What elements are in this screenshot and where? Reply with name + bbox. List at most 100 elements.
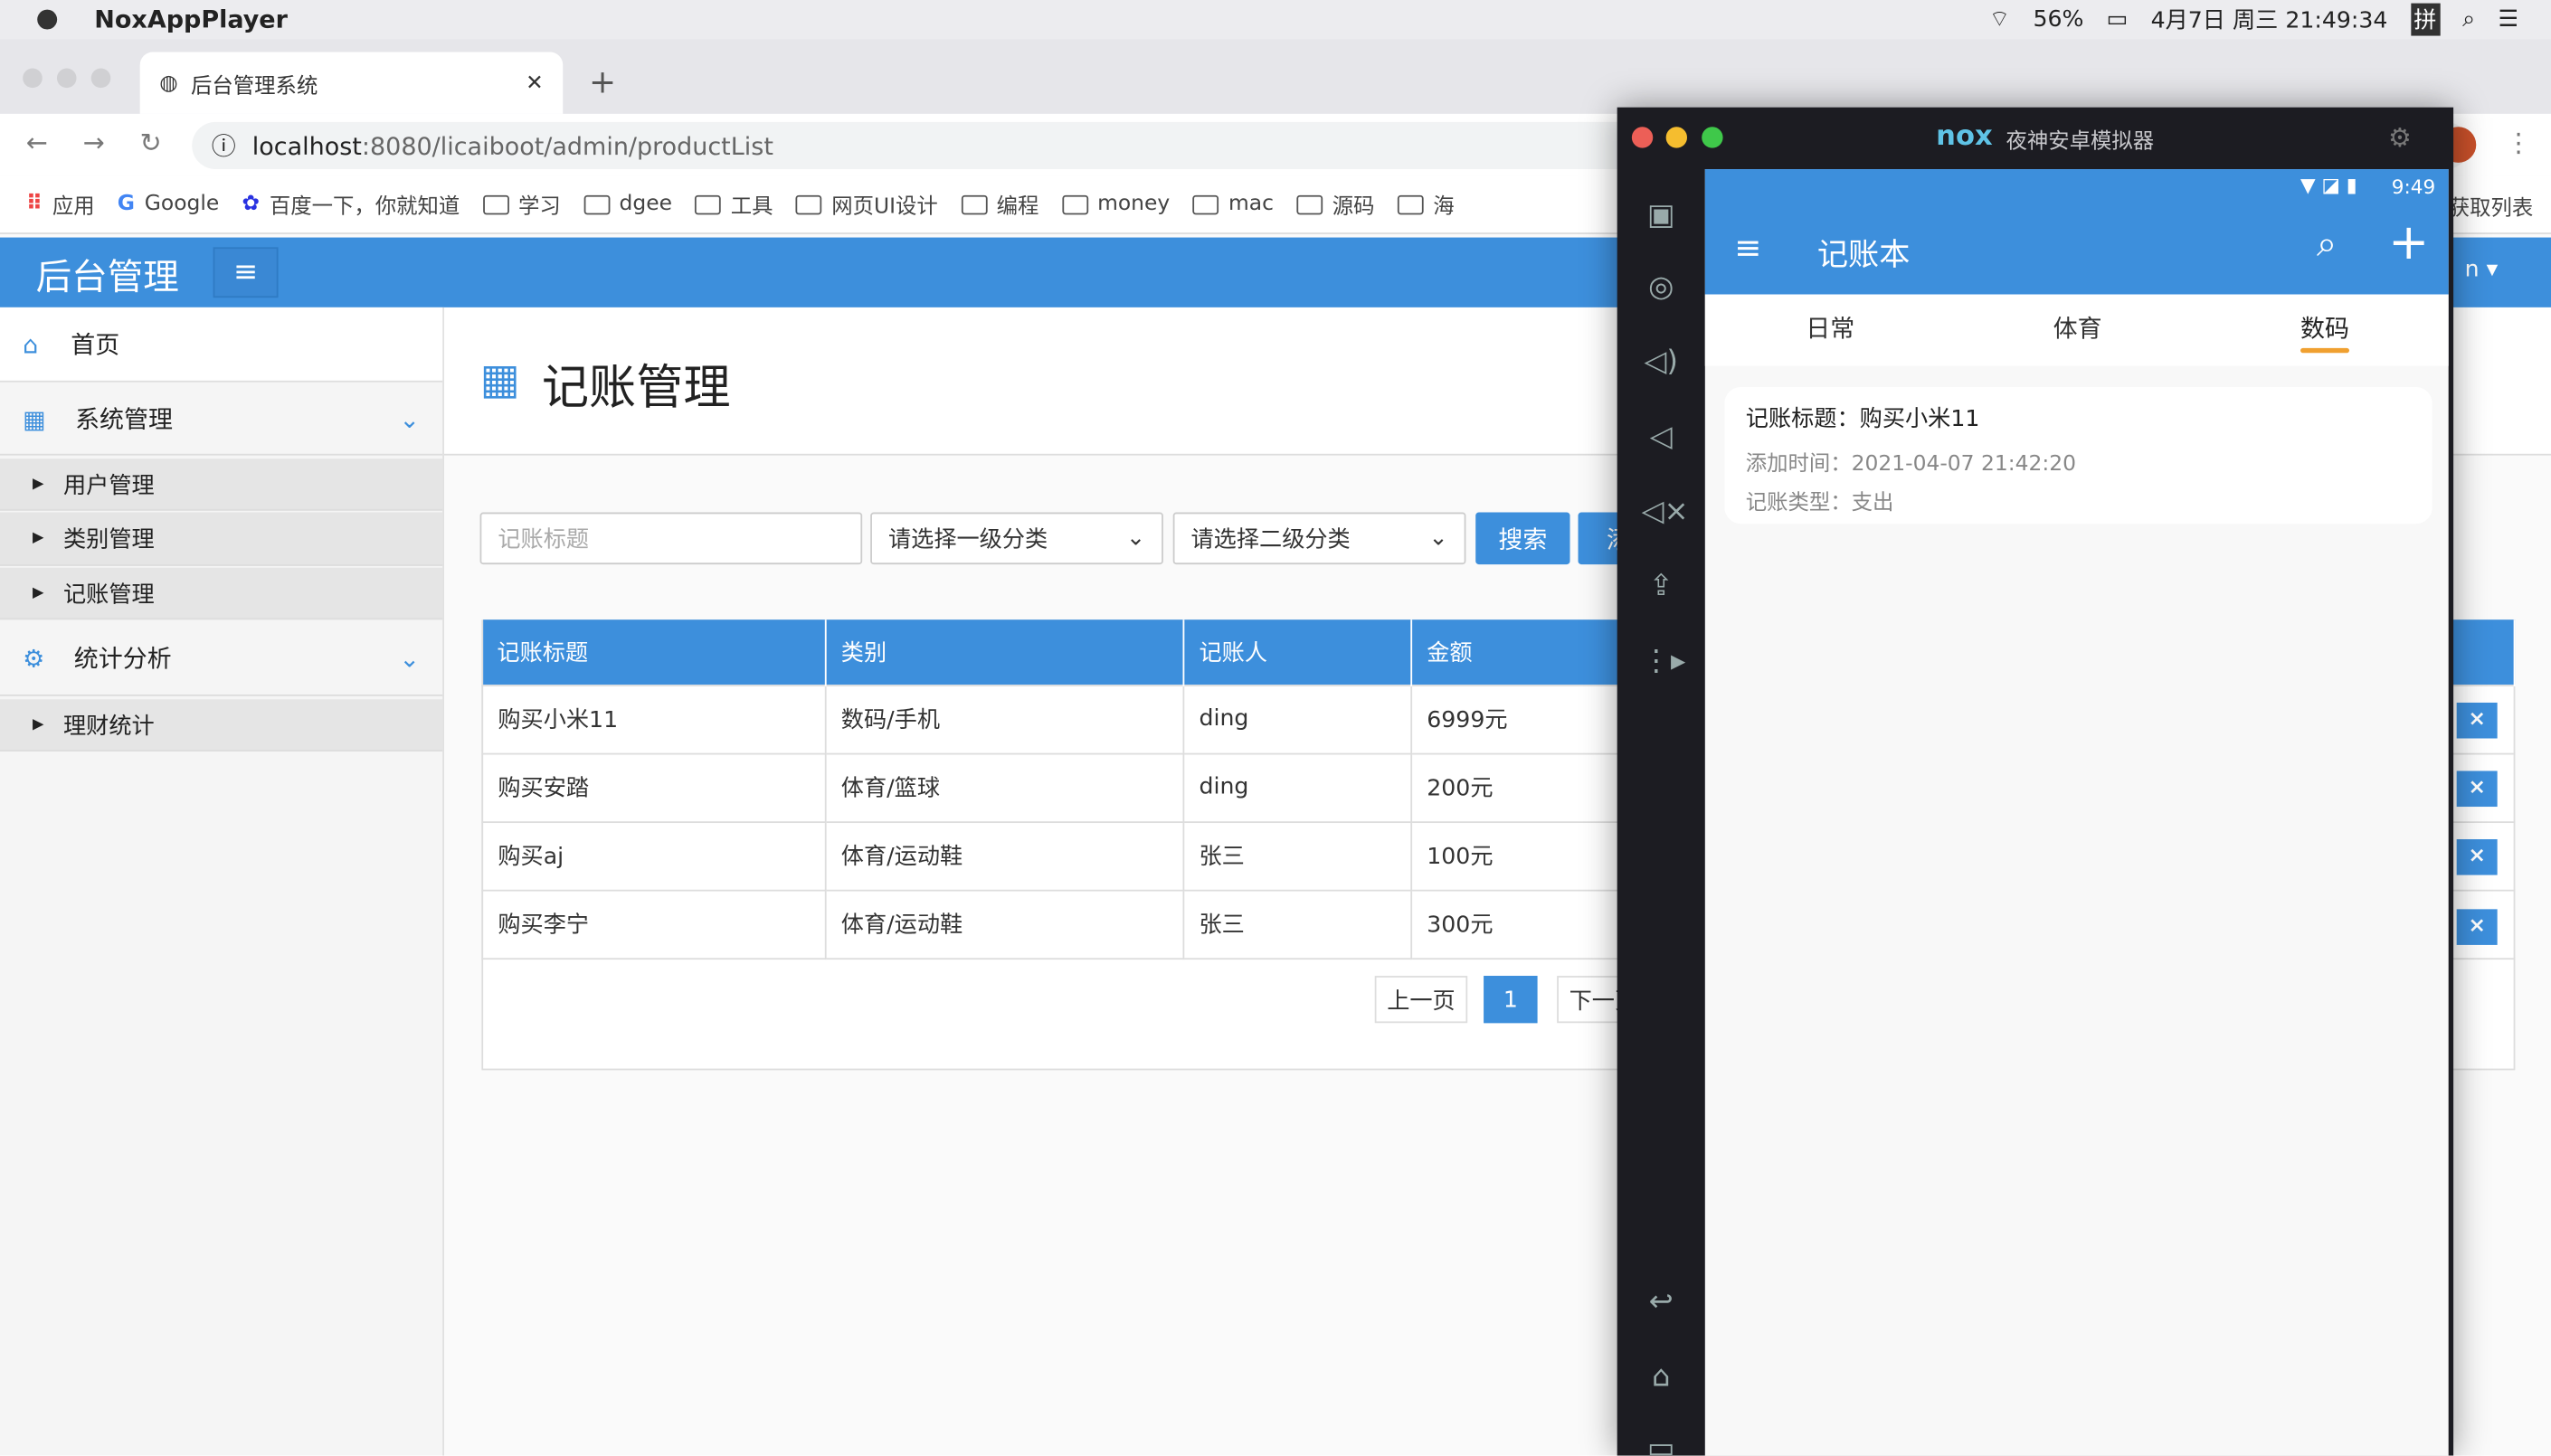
volume-up-icon[interactable]: ◁) [1642,345,1681,383]
cell-title: 购买安踏 [481,752,827,823]
reload-icon[interactable]: ↻ [140,127,162,157]
close-tab-icon[interactable]: ✕ [526,71,544,95]
input-method-icon[interactable]: 拼 [2410,3,2440,36]
sidebar-item-users[interactable]: ▶ 用户管理 [0,459,443,511]
bookmark-folder[interactable]: money [1061,192,1170,216]
apple-icon[interactable]: ● [36,2,59,33]
minimize-window-button[interactable] [1665,127,1688,148]
back-icon[interactable]: ↩ [1642,1285,1681,1324]
bookmark-folder[interactable]: 编程 [960,189,1038,220]
prev-page-button[interactable]: 上一页 [1374,976,1468,1024]
robot-icon[interactable]: ▣ [1642,198,1681,237]
zoom-window-button[interactable] [1702,127,1723,148]
app-bar: ▼ ◪ ▮ 9:49 ≡ 记账本 ⌕ + [1704,169,2449,295]
apk-install-icon[interactable]: ⇪ [1642,569,1681,608]
zoom-window-button[interactable] [90,68,111,89]
sidebar-label: 记账管理 [62,581,155,608]
minimize-window-button[interactable] [56,68,77,89]
volume-down-icon[interactable]: ◁ [1642,420,1681,459]
brand[interactable]: 后台管理 [36,249,179,301]
page-1-button[interactable]: 1 [1484,976,1538,1024]
close-window-button[interactable] [23,68,43,89]
cell-category: 体育/运动鞋 [824,888,1185,960]
status-time: 9:49 [2391,175,2436,199]
home-icon[interactable]: ⌂ [1642,1360,1681,1399]
delete-button[interactable]: × [2456,909,2498,945]
page-title: 记账管理 [541,359,731,415]
bookmark-folder[interactable]: mac [1192,192,1274,216]
wifi-icon[interactable]: ⌔ [1989,5,2011,33]
chevron-down-icon: ⌄ [1428,525,1448,552]
window-title: 夜神安卓模拟器 [2006,129,2155,155]
card-title: 记账标题：购买小米11 [1745,406,1980,433]
sidebar-toggle-button[interactable]: ≡ [213,247,279,298]
chevron-down-icon: ⌄ [1126,525,1146,552]
column-header[interactable]: 记账人 [1183,619,1413,685]
category2-select[interactable]: 请选择二级分类 ⌄ [1172,512,1466,565]
clock[interactable]: 4月7日 周三 21:49:34 [2151,4,2388,36]
delete-button[interactable]: × [2456,702,2498,739]
tab-digital[interactable]: 数码 [2300,311,2349,345]
back-icon[interactable]: ← [26,127,48,157]
bookmark-google[interactable]: G Google [118,192,219,216]
cell-user: ding [1182,752,1413,823]
globe-icon: ◍ [159,71,178,96]
bookmark-apps[interactable]: ⠿ 应用 [26,189,95,220]
bookmark-folder[interactable]: 海 [1397,189,1455,220]
cell-category: 数码/手机 [824,684,1185,754]
mute-icon[interactable]: ◁× [1642,495,1689,534]
category1-select[interactable]: 请选择一级分类 ⌄ [870,512,1163,565]
gear-icon: ⚙ [23,643,45,673]
recents-icon[interactable]: ▭ [1642,1432,1681,1456]
delete-button[interactable]: × [2456,771,2498,808]
bookmark-folder[interactable]: 网页UI设计 [795,189,938,220]
info-icon[interactable]: ⓘ [212,128,236,163]
active-app-name[interactable]: NoxAppPlayer [94,5,288,33]
delete-button[interactable]: × [2456,839,2498,875]
cell-category: 体育/运动鞋 [824,820,1185,891]
category-tabs: 日常 体育 数码 [1704,294,2449,366]
url-host: localhost [251,130,362,161]
sidebar-item-system[interactable]: ▦ 系统管理 ⌄ [0,383,443,456]
macro-icon[interactable]: ⋮▸ [1642,644,1686,683]
sidebar-item-finance-stats[interactable]: ▶ 理财统计 [0,699,443,752]
bookmark-baidu[interactable]: ✿ 百度一下，你就知道 [242,189,460,220]
browser-menu-icon[interactable]: ⋮ [2506,127,2532,157]
forward-icon[interactable]: → [83,127,105,157]
bookmark-folder[interactable]: 学习 [482,189,561,220]
add-icon[interactable]: + [2388,214,2429,271]
cell-title: 购买小米11 [481,684,827,754]
sidebar-item-home[interactable]: ⌂ 首页 [0,307,443,383]
caret-right-icon: ▶ [32,530,44,547]
close-window-button[interactable] [1631,127,1654,148]
location-icon[interactable]: ◎ [1642,270,1681,309]
spotlight-icon[interactable]: ⌕ [2462,6,2475,33]
bookmark-folder[interactable]: 工具 [695,189,773,220]
new-tab-button[interactable]: + [589,61,616,100]
title-search-input[interactable]: 记账标题 [479,512,863,565]
control-center-icon[interactable]: ☰ [2498,6,2518,33]
browser-tab[interactable]: ◍ 后台管理系统 ✕ [139,52,564,114]
cell-user: 张三 [1182,820,1413,891]
tab-daily[interactable]: 日常 [1806,311,1854,345]
chevron-down-icon: ⌄ [399,403,421,434]
bookmark-folder[interactable]: dgee [583,192,672,216]
url-path: :8080/licaiboot/admin/productList [361,130,773,161]
sidebar-item-categories[interactable]: ▶ 类别管理 [0,512,443,566]
caret-right-icon: ▶ [32,584,44,601]
hamburger-menu-icon[interactable]: ≡ [1734,228,1761,267]
sidebar-item-records[interactable]: ▶ 记账管理 [0,567,443,620]
battery-icon[interactable]: ▭ [2107,6,2129,33]
column-header[interactable]: 记账标题 [482,619,827,685]
select-value: 请选择二级分类 [1190,526,1351,553]
bookmark-get-list[interactable]: 获取列表 [2449,190,2534,222]
bookmark-folder[interactable]: 源码 [1296,189,1374,220]
column-header[interactable]: 类别 [825,619,1185,685]
sidebar-item-stats[interactable]: ⚙ 统计分析 ⌄ [0,621,443,696]
settings-icon[interactable]: ⚙ [2388,122,2412,153]
record-card[interactable]: 记账标题：购买小米11 添加时间：2021-04-07 21:42:20 记账类… [1724,387,2432,525]
search-button[interactable]: 搜索 [1475,512,1570,565]
user-menu[interactable]: n ▾ [2465,257,2499,283]
tab-sports[interactable]: 体育 [2053,311,2102,345]
search-icon[interactable]: ⌕ [2317,224,2337,265]
